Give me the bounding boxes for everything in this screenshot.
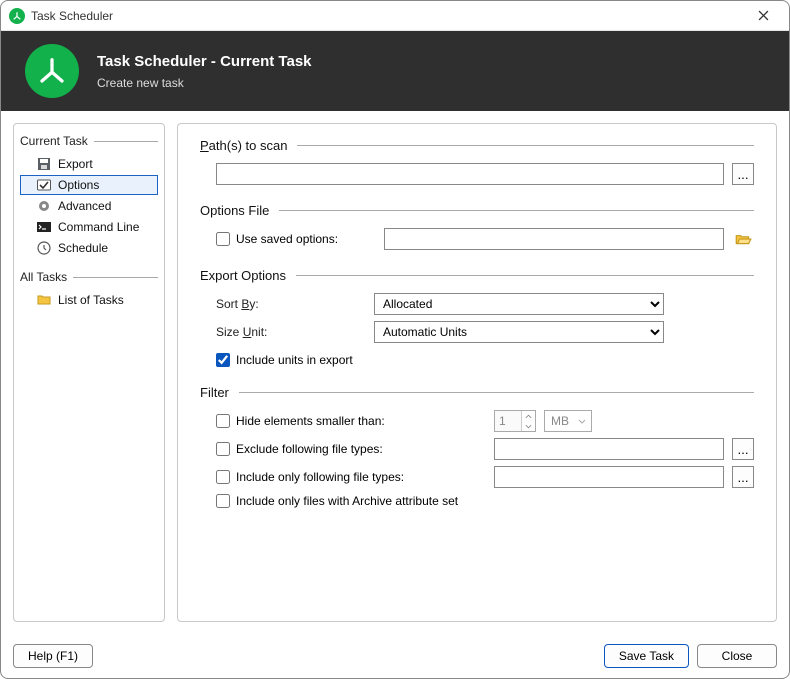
section-options-file-header: Options File xyxy=(200,203,269,218)
nav-item-advanced[interactable]: Advanced xyxy=(20,196,158,216)
save-task-button[interactable]: Save Task xyxy=(604,644,689,668)
include-types-checkbox[interactable]: Include only following file types: xyxy=(216,470,486,484)
app-icon xyxy=(9,8,25,24)
close-button[interactable]: Close xyxy=(697,644,777,668)
options-file-input[interactable] xyxy=(384,228,724,250)
section-paths: Path(s) to scan ... xyxy=(200,138,754,185)
section-filter-header: Filter xyxy=(200,385,229,400)
window-close-button[interactable] xyxy=(745,2,781,30)
options-file-browse-button[interactable] xyxy=(732,228,754,250)
section-export-options: Export Options Sort By: Allocated Size U… xyxy=(200,268,754,367)
nav-item-command-line[interactable]: Command Line xyxy=(20,217,158,237)
size-unit-label: Size Unit: xyxy=(216,325,366,339)
hide-smaller-unit-select[interactable]: MB xyxy=(544,410,592,432)
task-scheduler-window: Task Scheduler Task Scheduler - Current … xyxy=(0,0,790,679)
sidebar: Current Task Export Options Advanced Com… xyxy=(13,123,165,622)
exclude-types-browse-button[interactable]: ... xyxy=(732,438,754,460)
titlebar: Task Scheduler xyxy=(1,1,789,31)
section-filter: Filter Hide elements smaller than: xyxy=(200,385,754,508)
nav-item-list-of-tasks[interactable]: List of Tasks xyxy=(20,290,158,310)
size-unit-select[interactable]: Automatic Units xyxy=(374,321,664,343)
folder-open-icon xyxy=(734,230,752,248)
exclude-types-input[interactable] xyxy=(494,438,724,460)
chevron-down-icon[interactable] xyxy=(522,421,535,431)
clock-icon xyxy=(36,240,52,256)
nav-item-schedule[interactable]: Schedule xyxy=(20,238,158,258)
header: Task Scheduler - Current Task Create new… xyxy=(1,31,789,111)
close-icon xyxy=(758,10,769,21)
hide-smaller-value-spinner[interactable] xyxy=(494,410,536,432)
save-icon xyxy=(36,156,52,172)
include-units-checkbox[interactable]: Include units in export xyxy=(216,353,353,367)
page-subtitle: Create new task xyxy=(97,76,312,90)
sort-by-select[interactable]: Allocated xyxy=(374,293,664,315)
use-saved-options-checkbox[interactable]: Use saved options: xyxy=(216,232,338,246)
nav-item-export[interactable]: Export xyxy=(20,154,158,174)
content-pane: Path(s) to scan ... Options File xyxy=(177,123,777,622)
footer: Help (F1) Save Task Close xyxy=(1,634,789,678)
terminal-icon xyxy=(36,219,52,235)
gear-icon xyxy=(36,198,52,214)
folder-icon xyxy=(36,292,52,308)
nav-group-all-tasks: All Tasks xyxy=(20,270,158,284)
nav-item-options[interactable]: Options xyxy=(20,175,158,195)
help-button[interactable]: Help (F1) xyxy=(13,644,93,668)
hide-smaller-checkbox[interactable]: Hide elements smaller than: xyxy=(216,414,486,428)
exclude-types-checkbox[interactable]: Exclude following file types: xyxy=(216,442,486,456)
checkbox-icon xyxy=(36,177,52,193)
chevron-down-icon xyxy=(575,419,589,424)
paths-input[interactable] xyxy=(216,163,724,185)
include-types-browse-button[interactable]: ... xyxy=(732,466,754,488)
paths-browse-button[interactable]: ... xyxy=(732,163,754,185)
sort-by-label: Sort By: xyxy=(216,297,366,311)
section-export-options-header: Export Options xyxy=(200,268,286,283)
section-paths-header: Path(s) to scan xyxy=(200,138,287,153)
nav-group-current-task: Current Task xyxy=(20,134,158,148)
app-logo-icon xyxy=(25,44,79,98)
window-title: Task Scheduler xyxy=(31,9,113,23)
section-options-file: Options File Use saved options: xyxy=(200,203,754,250)
archive-only-checkbox[interactable]: Include only files with Archive attribut… xyxy=(216,494,458,508)
page-title: Task Scheduler - Current Task xyxy=(97,53,312,70)
chevron-up-icon[interactable] xyxy=(522,411,535,421)
include-types-input[interactable] xyxy=(494,466,724,488)
